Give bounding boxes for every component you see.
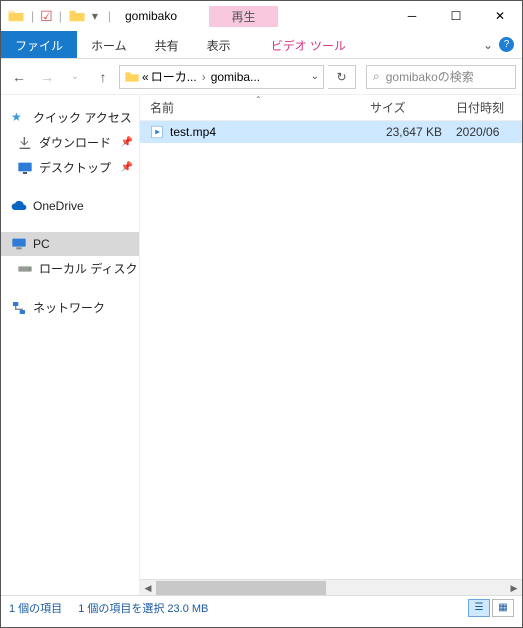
file-date: 2020/06 [450,125,522,139]
address-part[interactable]: ローカ... [151,68,197,85]
address-prefix: « [142,70,149,84]
maximize-button[interactable]: ☐ [434,1,478,31]
horizontal-scrollbar[interactable]: ◀ ▶ [140,579,522,595]
network-icon [11,300,27,316]
video-file-icon [150,125,164,139]
file-name: test.mp4 [170,125,216,139]
sidebar-item-quick-access[interactable]: ★ クイック アクセス [1,105,139,130]
scroll-thumb[interactable] [156,581,326,595]
sidebar-label: クイック アクセス [33,109,132,126]
status-bar: 1 個の項目 1 個の項目を選択 23.0 MB ☰ ▦ [1,595,522,619]
view-thumbnails-button[interactable]: ▦ [492,599,514,617]
sidebar-item-downloads[interactable]: ダウンロード 📌 [1,130,139,155]
pin-icon: 📌 [121,137,133,148]
status-item-count: 1 個の項目 [9,600,62,616]
tab-video-tools[interactable]: ビデオ ツール [257,31,360,58]
nav-forward-button[interactable]: → [35,65,59,89]
column-headers: ⌃ 名前 サイズ 日付時刻 [140,95,522,121]
check-icon[interactable]: ☑ [40,8,53,25]
column-name[interactable]: ⌃ 名前 [140,99,370,116]
search-placeholder: gomibakoの検索 [386,68,474,85]
tab-view[interactable]: 表示 [193,31,245,58]
address-dropdown-icon[interactable]: ⌄ [311,71,319,82]
sidebar-item-network[interactable]: ネットワーク [1,295,139,320]
ribbon: ファイル ホーム 共有 表示 ビデオ ツール ⌄ ? [1,31,522,59]
sidebar-item-pc[interactable]: PC [1,232,139,256]
sidebar: ★ クイック アクセス ダウンロード 📌 デスクトップ 📌 OneDrive P… [1,95,139,595]
file-row[interactable]: test.mp4 23,647 KB 2020/06 [140,121,522,143]
pc-icon [11,236,27,252]
tab-home[interactable]: ホーム [77,31,141,58]
sidebar-label: PC [33,237,50,251]
sidebar-label: OneDrive [33,199,84,213]
window-title: gomibako [125,9,177,23]
search-input[interactable]: ⌕ gomibakoの検索 [366,65,516,89]
status-selection: 1 個の項目を選択 23.0 MB [78,600,208,616]
folder-icon [7,7,25,25]
nav-up-button[interactable]: ↑ [91,65,115,89]
address-part[interactable]: gomiba... [211,70,260,84]
tab-share[interactable]: 共有 [141,31,193,58]
cloud-icon [11,198,27,214]
nav-history-icon[interactable]: ⌄ [63,65,87,89]
tab-file[interactable]: ファイル [1,31,77,58]
file-size: 23,647 KB [370,125,450,139]
sort-indicator-icon: ⌃ [255,95,262,104]
ribbon-expand-icon[interactable]: ⌄ [483,38,493,52]
scroll-left-icon[interactable]: ◀ [140,580,156,596]
desktop-icon [17,160,33,176]
context-tab-play[interactable]: 再生 [209,6,277,27]
sidebar-item-onedrive[interactable]: OneDrive [1,194,139,218]
minimize-button[interactable]: ─ [390,1,434,31]
sidebar-item-local-disk[interactable]: ローカル ディスク (E [1,256,139,281]
help-icon[interactable]: ? [499,37,514,52]
file-list: ⌃ 名前 サイズ 日付時刻 test.mp4 23,647 KB 2020/06… [139,95,522,595]
sidebar-label: ネットワーク [33,299,105,316]
sidebar-item-desktop[interactable]: デスクトップ 📌 [1,155,139,180]
search-icon: ⌕ [373,69,380,84]
refresh-button[interactable]: ↻ [328,65,356,89]
scroll-right-icon[interactable]: ▶ [506,580,522,596]
download-icon [17,135,33,151]
column-date[interactable]: 日付時刻 [450,99,522,116]
title-bar: | ☑ | ▾ | gomibako 再生 ─ ☐ ✕ [1,1,522,31]
nav-back-button[interactable]: ← [7,65,31,89]
pin-icon: 📌 [121,162,133,173]
sidebar-label: デスクトップ [39,159,111,176]
column-size[interactable]: サイズ [370,99,450,116]
folder-icon [124,69,140,85]
nav-bar: ← → ⌄ ↑ « ローカ... › gomiba... ⌄ ↻ ⌕ gomib… [1,59,522,95]
chevron-right-icon[interactable]: › [202,70,206,84]
close-button[interactable]: ✕ [478,1,522,31]
disk-icon [17,261,33,277]
sidebar-label: ダウンロード [39,134,111,151]
star-icon: ★ [11,110,27,126]
folder-icon [68,7,86,25]
main-area: ★ クイック アクセス ダウンロード 📌 デスクトップ 📌 OneDrive P… [1,95,522,595]
view-details-button[interactable]: ☰ [468,599,490,617]
address-bar[interactable]: « ローカ... › gomiba... ⌄ [119,65,324,89]
sidebar-label: ローカル ディスク (E [39,260,139,277]
